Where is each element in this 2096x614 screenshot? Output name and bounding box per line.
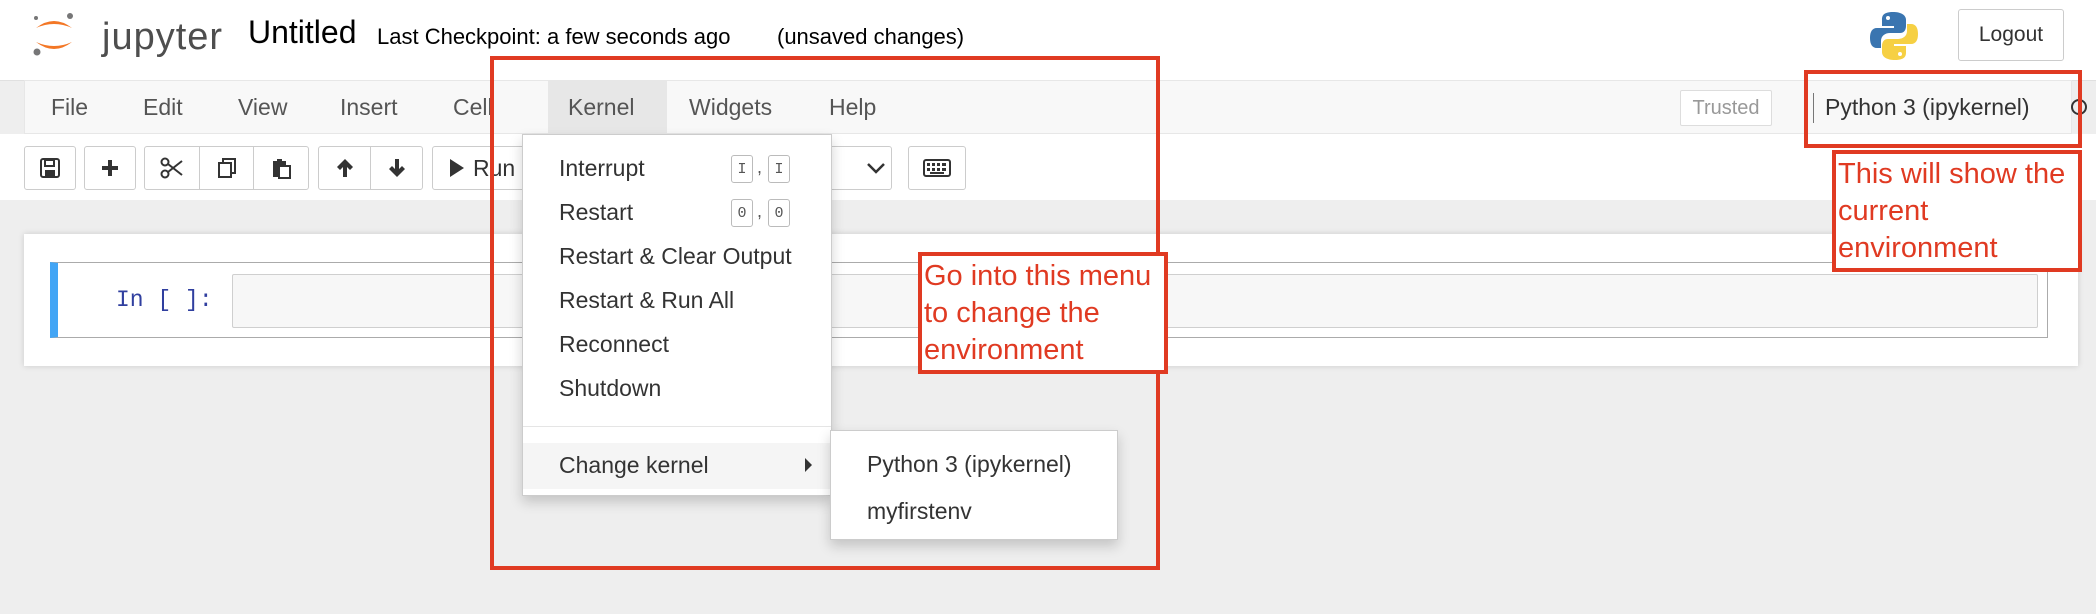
logo-wordmark: jupyter <box>102 16 224 58</box>
input-prompt: In [ ]: <box>116 287 213 313</box>
annotation-kernel-name-box <box>1804 70 2082 148</box>
notebook-title[interactable]: Untitled <box>248 14 357 51</box>
jupyter-logo[interactable]: jupyter <box>30 10 230 60</box>
paste-icon <box>273 159 291 179</box>
cut-icon <box>160 157 183 179</box>
cut-button[interactable] <box>144 146 200 190</box>
logout-button[interactable]: Logout <box>1958 9 2064 61</box>
paste-button[interactable] <box>253 146 309 190</box>
python-logo-icon <box>1870 12 1918 60</box>
move-up-button[interactable] <box>318 146 371 190</box>
arrow-up-icon <box>336 159 353 177</box>
save-icon <box>40 158 60 178</box>
plus-icon <box>102 160 118 176</box>
menu-edit[interactable]: Edit <box>123 81 203 134</box>
annotation-menu-note: Go into this menu to change the environm… <box>924 260 1152 366</box>
copy-icon <box>217 158 236 178</box>
annotation-kernel-note: This will show the current environment <box>1838 158 2066 264</box>
unsaved-status: (unsaved changes) <box>777 24 965 49</box>
jupyter-logo-icon <box>33 13 73 56</box>
run-icon <box>450 159 464 177</box>
menu-view[interactable]: View <box>218 81 307 134</box>
move-down-button[interactable] <box>370 146 423 190</box>
copy-button[interactable] <box>199 146 254 190</box>
save-button[interactable] <box>24 146 76 190</box>
insert-cell-button[interactable] <box>84 146 136 190</box>
arrow-down-icon <box>388 159 405 177</box>
checkpoint-status: Last Checkpoint: a few seconds ago <box>377 24 731 49</box>
menu-insert[interactable]: Insert <box>320 81 418 134</box>
trusted-badge[interactable]: Trusted <box>1680 90 1772 126</box>
menu-file[interactable]: File <box>31 81 108 134</box>
